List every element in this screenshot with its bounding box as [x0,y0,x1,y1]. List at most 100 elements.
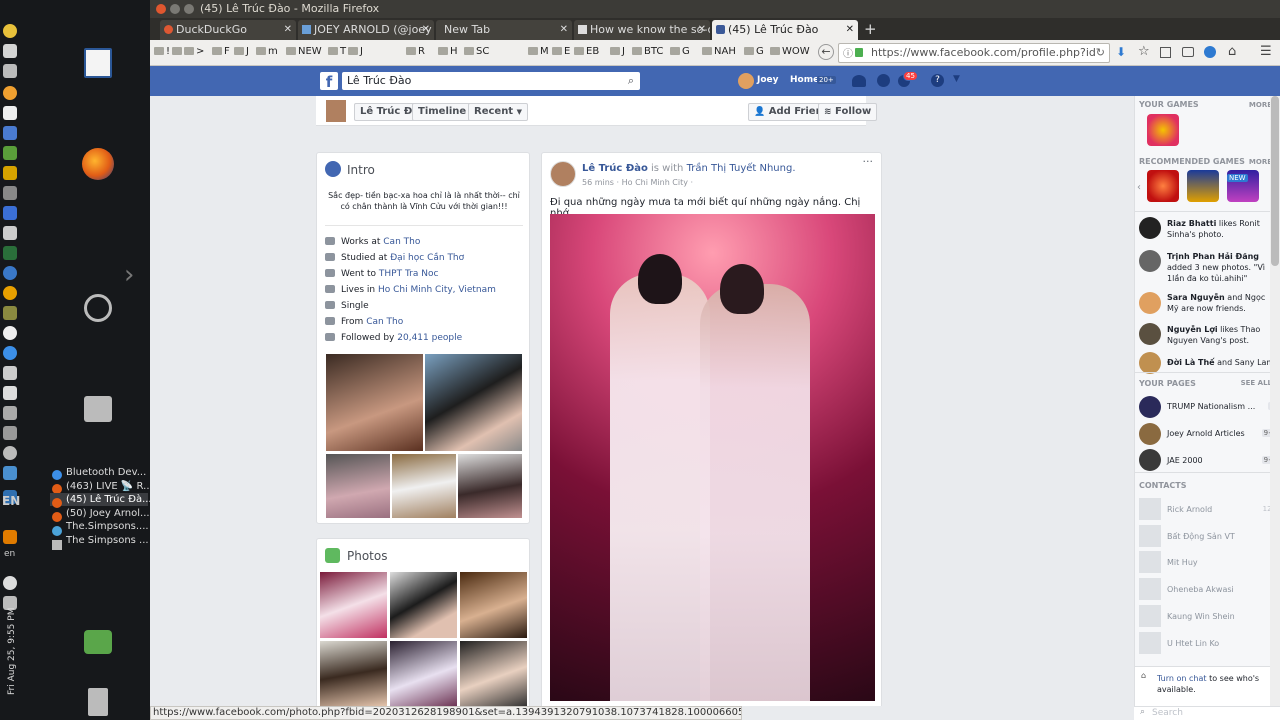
turn-on-chat-link[interactable]: Turn on chat [1157,674,1207,683]
bookmark-item[interactable]: J [610,46,625,57]
close-tab-icon[interactable]: ✕ [698,20,706,40]
page-avatar[interactable] [1139,449,1161,471]
contact-item[interactable]: Bất Động Sản VT [1167,532,1235,541]
bitcoin-orange-icon[interactable] [3,86,17,100]
bookmark-item[interactable]: EB [574,46,599,57]
bookmark-item[interactable]: J [234,46,249,57]
photo-thumbnail[interactable] [389,571,458,639]
bookmark-item[interactable]: ! [154,46,170,57]
bookmark-item[interactable]: H [438,46,458,57]
facebook-logo-icon[interactable]: f [320,72,338,91]
recommended-more-link[interactable]: MORE [1249,158,1272,166]
contact-item[interactable]: Oheneba Akwasi [1167,585,1234,594]
close-tab-icon[interactable]: ✕ [846,20,854,40]
bookmark-item[interactable]: NEW [286,46,322,57]
ticker-item[interactable]: Sara Nguyễn and Ngọc Mỹ are now friends. [1167,292,1275,314]
text-editor-icon[interactable] [3,106,17,120]
settings-icon[interactable] [3,206,17,220]
bookmark-item[interactable]: R [406,46,425,57]
ticker-avatar[interactable] [1139,250,1161,272]
close-tab-icon[interactable]: ✕ [284,20,292,40]
close-window-button[interactable] [156,4,166,14]
featured-photo[interactable] [457,453,523,519]
photo-thumbnail[interactable] [319,571,388,639]
account-menu-icon[interactable]: ▼ [953,74,960,84]
archive-icon[interactable] [3,186,17,200]
featured-photo[interactable] [325,353,424,452]
bookmark-item[interactable]: M [528,46,549,57]
usb-icon[interactable] [3,366,17,380]
spreadsheet-icon[interactable] [3,146,17,160]
bookmark-item[interactable]: m [256,46,278,57]
school-link[interactable]: Đại học Cần Thơ [390,253,464,263]
contact-avatar[interactable] [1139,632,1161,654]
photo-thumbnail[interactable] [319,640,388,706]
sync-icon[interactable] [1204,46,1216,58]
games-more-link[interactable]: MORE [1249,101,1272,109]
eject-icon[interactable] [3,64,17,78]
contact-avatar[interactable] [1139,578,1161,600]
ticker-avatar[interactable] [1139,217,1161,239]
bookmark-item[interactable]: WOW [770,46,810,57]
new-tab-button[interactable]: + [864,20,877,38]
contact-avatar[interactable] [1139,525,1161,547]
monitor-icon[interactable] [3,386,17,400]
contact-avatar[interactable] [1139,498,1161,520]
featured-photo[interactable] [424,353,523,452]
follow-button[interactable]: ≋ Follow [818,103,878,121]
contact-item[interactable]: Rick Arnold [1167,505,1212,514]
maximize-window-button[interactable] [184,4,194,14]
hometown-link[interactable]: Can Tho [366,317,403,327]
bookmark-item[interactable]: T [328,46,346,57]
work-link[interactable]: Can Tho [383,237,420,247]
chevron-left-icon[interactable]: ‹ [1137,182,1141,193]
menu-icon[interactable]: ☰ [1260,44,1272,59]
tab-duckduckgo[interactable]: DuckDuckGo ✕ [160,20,296,40]
home-icon[interactable]: ⌂ [1228,44,1236,59]
calendar-icon[interactable] [3,126,17,140]
hot-shot-slots-icon[interactable] [1187,170,1219,202]
language-small[interactable]: en [4,549,15,559]
chevron-right-icon[interactable]: › [124,262,134,288]
window-item[interactable]: The.Simpsons.... [66,521,149,532]
candy-crush-icon[interactable] [1147,114,1179,146]
bookmark-item[interactable]: SC [464,46,489,57]
photo-thumbnail[interactable] [459,640,528,706]
followers-link[interactable]: 20,411 people [397,333,462,343]
author-avatar[interactable] [550,161,576,187]
window-item[interactable]: Bluetooth Dev... [66,467,146,478]
language-indicator[interactable]: EN [2,494,20,508]
photo-thumbnail[interactable] [459,571,528,639]
vlc-small-icon[interactable] [3,530,17,544]
window-item[interactable]: The Simpsons ... [66,535,149,546]
page-avatar[interactable] [1139,396,1161,418]
city-link[interactable]: Ho Chi Minh City, Vietnam [378,285,496,295]
contact-item[interactable]: Kaung Win Shein [1167,612,1235,621]
page-link[interactable]: TRUMP Nationalism ... [1167,402,1255,411]
user-download-icon[interactable] [84,630,112,654]
contact-avatar[interactable] [1139,551,1161,573]
ticker-item[interactable]: Riaz Bhatti likes Ronit Sinha's photo. [1167,218,1275,240]
steam-icon[interactable] [3,446,17,460]
contact-item[interactable]: U Htet Lin Ko [1167,639,1219,648]
featured-photo[interactable] [325,453,391,519]
bookmark-item[interactable]: G [744,46,764,57]
pocket-icon[interactable] [1182,47,1194,57]
volume-icon[interactable] [3,576,17,590]
url-bar[interactable]: ⓘ https://www.facebook.com/profile.php?i… [838,43,1110,63]
trash-icon[interactable] [88,688,108,716]
ubuntu-icon[interactable] [84,294,112,322]
highschool-link[interactable]: THPT Tra Noc [379,269,439,279]
chrome-icon[interactable] [3,346,17,360]
bookmark-item[interactable]: J [348,46,363,57]
bitcoin-icon[interactable] [3,24,17,38]
library-icon[interactable] [1160,47,1171,58]
avatar[interactable] [738,73,754,89]
bookmark-item[interactable]: E [552,46,570,57]
download-icon[interactable]: ⬇ [1116,45,1126,59]
network-icon[interactable] [3,266,17,280]
messenger-icon[interactable] [877,74,890,87]
window-item[interactable]: (463) LIVE 📡 R... [66,481,153,492]
page-link[interactable]: Joey Arnold Articles [1167,429,1245,438]
contact-avatar[interactable] [1139,605,1161,627]
